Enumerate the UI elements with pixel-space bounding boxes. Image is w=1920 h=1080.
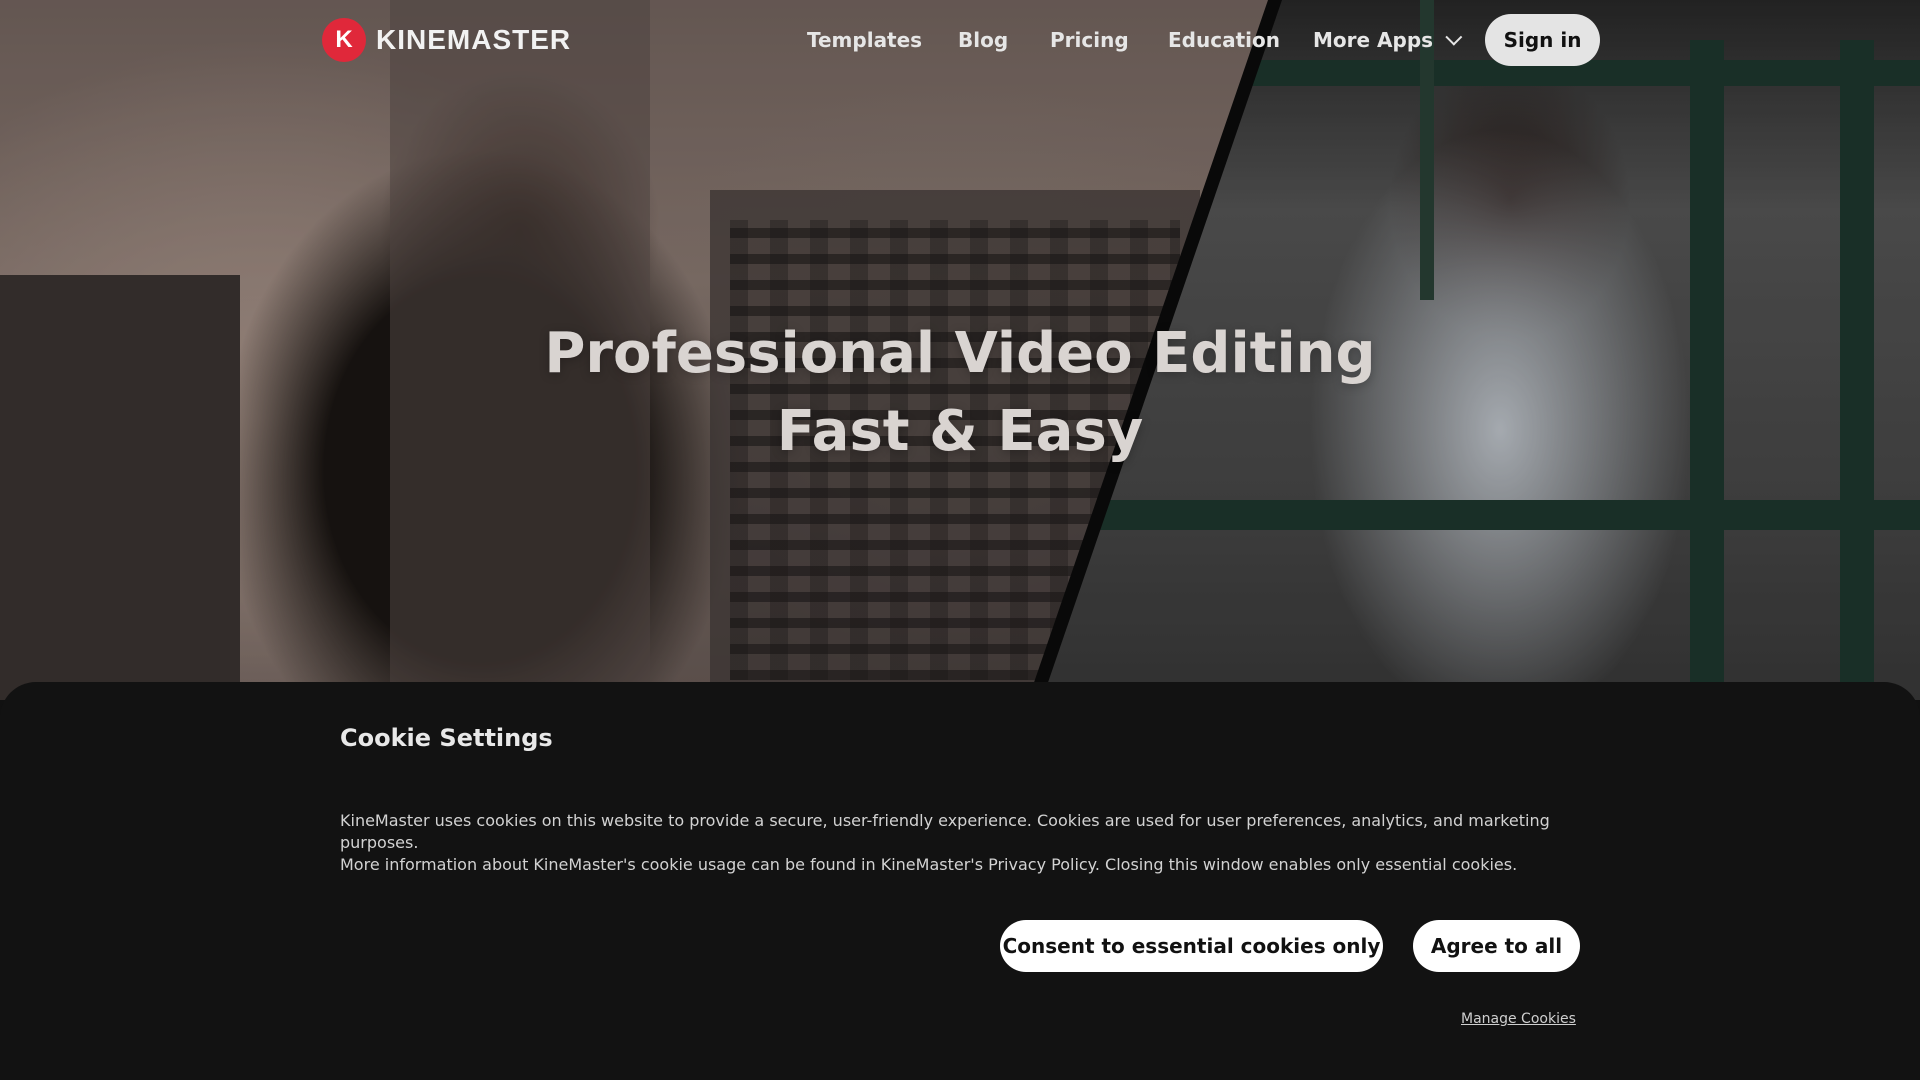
hero-title-line-1: Professional Video Editing [544, 321, 1376, 386]
agree-to-all-button[interactable]: Agree to all [1413, 920, 1580, 972]
brand-logo[interactable]: K KINEMASTER [322, 18, 571, 62]
cookie-description: KineMaster uses cookies on this website … [340, 810, 1600, 876]
nav-link-templates[interactable]: Templates [807, 28, 922, 52]
kinemaster-logo-icon: K [322, 18, 366, 62]
page: K KINEMASTER Templates Blog Pricing Educ… [0, 0, 1920, 1080]
essential-cookies-button[interactable]: Consent to essential cookies only [1000, 920, 1383, 972]
nav-link-pricing[interactable]: Pricing [1050, 28, 1129, 52]
brand-name: KINEMASTER [376, 24, 572, 55]
hero-title-line-2: Fast & Easy [776, 399, 1144, 464]
chevron-down-icon [1445, 28, 1463, 46]
top-navigation: K KINEMASTER Templates Blog Pricing Educ… [0, 0, 1920, 80]
nav-link-blog[interactable]: Blog [958, 28, 1008, 52]
hero-title: Professional Video Editing Fast & Easy [0, 315, 1920, 471]
nav-link-education[interactable]: Education [1168, 28, 1280, 52]
cookie-settings-title: Cookie Settings [340, 724, 553, 752]
cookie-description-line-1: KineMaster uses cookies on this website … [340, 811, 1550, 852]
nav-link-more-apps-label: More Apps [1313, 28, 1434, 52]
sign-in-button[interactable]: Sign in [1485, 14, 1600, 66]
nav-link-more-apps[interactable]: More Apps [1313, 28, 1463, 52]
cookie-description-line-2: More information about KineMaster's cook… [340, 855, 1518, 874]
manage-cookies-link[interactable]: Manage Cookies [1461, 1011, 1576, 1027]
cookie-settings-panel: Cookie Settings KineMaster uses cookies … [0, 682, 1920, 1080]
